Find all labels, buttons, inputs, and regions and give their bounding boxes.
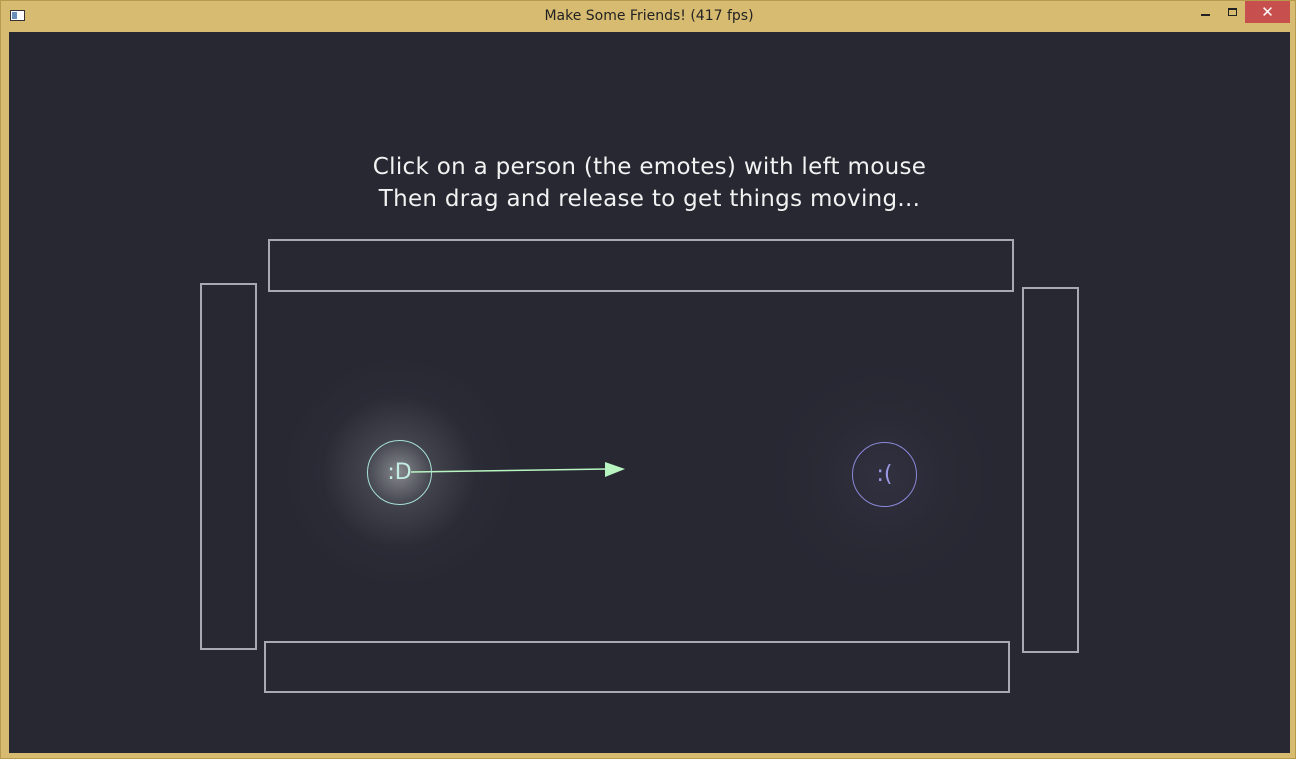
close-icon: ✕ xyxy=(1261,3,1274,21)
minimize-icon xyxy=(1200,14,1210,16)
wall-left xyxy=(200,283,257,650)
happy-emote: :D xyxy=(387,460,412,485)
maximize-icon xyxy=(1227,8,1237,16)
wall-right xyxy=(1022,287,1079,653)
wall-bottom xyxy=(264,641,1010,693)
game-canvas[interactable]: Click on a person (the emotes) with left… xyxy=(9,32,1290,753)
sad-emote: :( xyxy=(876,462,893,487)
instruction-line-2: Then drag and release to get things movi… xyxy=(378,186,921,212)
instruction-line-1: Click on a person (the emotes) with left… xyxy=(372,154,927,180)
minimize-button[interactable] xyxy=(1193,1,1217,23)
window-frame: Make Some Friends! (417 fps) ✕ Click on … xyxy=(0,0,1296,759)
person-happy[interactable]: :D xyxy=(367,440,432,505)
wall-top xyxy=(268,239,1014,292)
window-title: Make Some Friends! (417 fps) xyxy=(544,8,754,24)
close-button[interactable]: ✕ xyxy=(1245,1,1290,23)
person-sad[interactable]: :( xyxy=(852,442,917,507)
drag-arrow-head xyxy=(605,462,625,477)
title-bar[interactable]: Make Some Friends! (417 fps) ✕ xyxy=(1,1,1296,32)
maximize-button[interactable] xyxy=(1219,1,1245,23)
